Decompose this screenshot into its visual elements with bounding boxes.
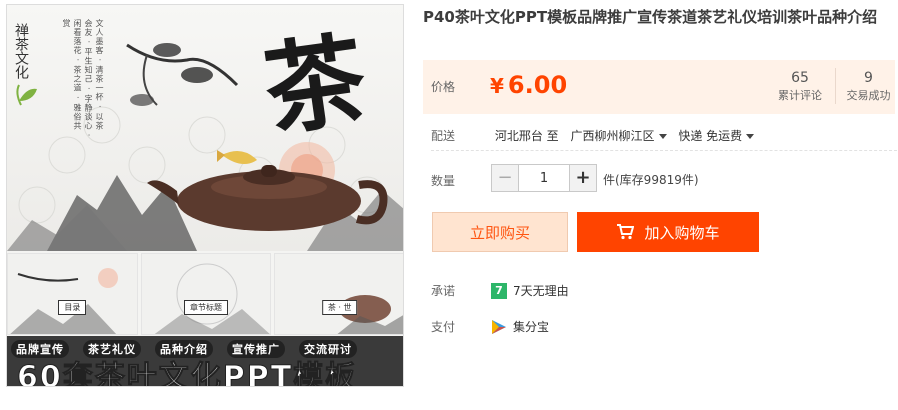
payment-label: 支付 [431, 320, 456, 334]
sales-count: 9 [864, 70, 873, 86]
thumbnail-label: 章节标题 [184, 300, 228, 315]
thumbnail-ink-art [154, 263, 270, 334]
shipping-method-select[interactable]: 快递 免运费 [678, 127, 755, 144]
shipping-from: 河北邢台 至 [494, 129, 559, 143]
reviews-count: 65 [791, 70, 809, 86]
quantity-decrease-button[interactable]: − [491, 164, 519, 192]
shipping-method: 快递 免运费 [678, 129, 743, 143]
seven-day-return-icon: 7 [491, 282, 507, 299]
product-title: P40茶叶文化PPT模板品牌推广宣传茶道茶艺礼仪培训茶叶品种介绍 [423, 8, 878, 26]
quantity-label: 数量 [431, 174, 456, 188]
quantity-increase-button[interactable]: + [569, 164, 597, 192]
main-product-image[interactable]: 禅茶文化 文人墨客 · 清茶一杯 · 以茶会友 · 平生知己 · 字静谈心 · … [7, 5, 403, 251]
image-poem-text: 文人墨客 · 清茶一杯 · 以茶会友 · 平生知己 · 字静谈心 · 闲看落花 … [62, 19, 104, 138]
banner-tag: 交流研讨 [299, 340, 357, 358]
quantity-input[interactable] [519, 164, 569, 192]
price-panel: 价格 ¥6.00 65 累计评论 9 交易成功 [423, 60, 895, 114]
thumbnail-label: 目录 [58, 300, 87, 315]
jifenbao-icon [492, 319, 506, 334]
currency-symbol: ¥ [490, 74, 504, 98]
promise-text[interactable]: 7天无理由 [513, 282, 569, 299]
banner-tags: 品牌宣传 茶艺礼仪 品种介绍 宣传推广 交流研讨 [11, 340, 357, 358]
promise-label: 承诺 [431, 284, 456, 298]
shipping-destination-select[interactable]: 广西柳州柳江区 [570, 127, 667, 144]
image-banner: 品牌宣传 茶艺礼仪 品种介绍 宣传推广 交流研讨 60套茶叶文化PPT模板 [7, 336, 403, 387]
add-to-cart-label: 加入购物车 [644, 223, 720, 242]
sales-stat: 9 交易成功 [835, 68, 898, 104]
thumbnail-label: 茶 · 世 [321, 300, 358, 315]
shipping-label: 配送 [431, 129, 456, 143]
reviews-stat[interactable]: 65 累计评论 [766, 68, 834, 104]
stock-info: 件(库存99819件) [603, 173, 699, 187]
banner-tag: 茶艺礼仪 [83, 340, 141, 358]
banner-tag: 宣传推广 [227, 340, 285, 358]
price-value: ¥6.00 [490, 68, 567, 103]
chevron-down-icon [746, 134, 755, 139]
chevron-down-icon [658, 134, 667, 139]
thumbnail-ink-art [337, 295, 403, 334]
quantity-stepper: − + [491, 164, 597, 192]
product-image-gallery[interactable]: 禅茶文化 文人墨客 · 清茶一杯 · 以茶会友 · 平生知己 · 字静谈心 · … [6, 4, 404, 387]
price-label: 价格 [431, 80, 456, 94]
banner-tag: 品种介绍 [155, 340, 213, 358]
cart-icon [617, 224, 635, 240]
shipping-destination: 广西柳州柳江区 [570, 129, 655, 143]
slide-thumbnails: 目录 章节标题 茶 · 世 [7, 253, 403, 335]
price-amount: 6.00 [507, 71, 568, 99]
reviews-label: 累计评论 [778, 89, 822, 102]
add-to-cart-button[interactable]: 加入购物车 [577, 212, 759, 252]
divider [431, 150, 897, 151]
banner-tag: 品牌宣传 [11, 340, 69, 358]
image-calligraphy-character: 茶 [257, 19, 373, 151]
thumbnail-slide[interactable]: 章节标题 [140, 253, 272, 335]
buy-now-button[interactable]: 立即购买 [432, 212, 568, 252]
thumbnail-slide[interactable]: 茶 · 世 [274, 253, 403, 335]
image-vertical-title: 禅茶文化 [13, 23, 29, 79]
thumbnail-slide[interactable]: 目录 [7, 253, 138, 335]
thumbnail-ink-art [10, 268, 118, 334]
sales-label: 交易成功 [846, 89, 891, 102]
payment-text[interactable]: 集分宝 [513, 318, 549, 335]
shipping-row: 配送 河北邢台 至 广西柳州柳江区 快递 免运费 [431, 127, 762, 144]
promise-row: 承诺 7 7天无理由 [431, 282, 569, 299]
payment-row: 支付 集分宝 [431, 318, 549, 335]
banner-title: 60套茶叶文化PPT模板 [16, 360, 358, 387]
